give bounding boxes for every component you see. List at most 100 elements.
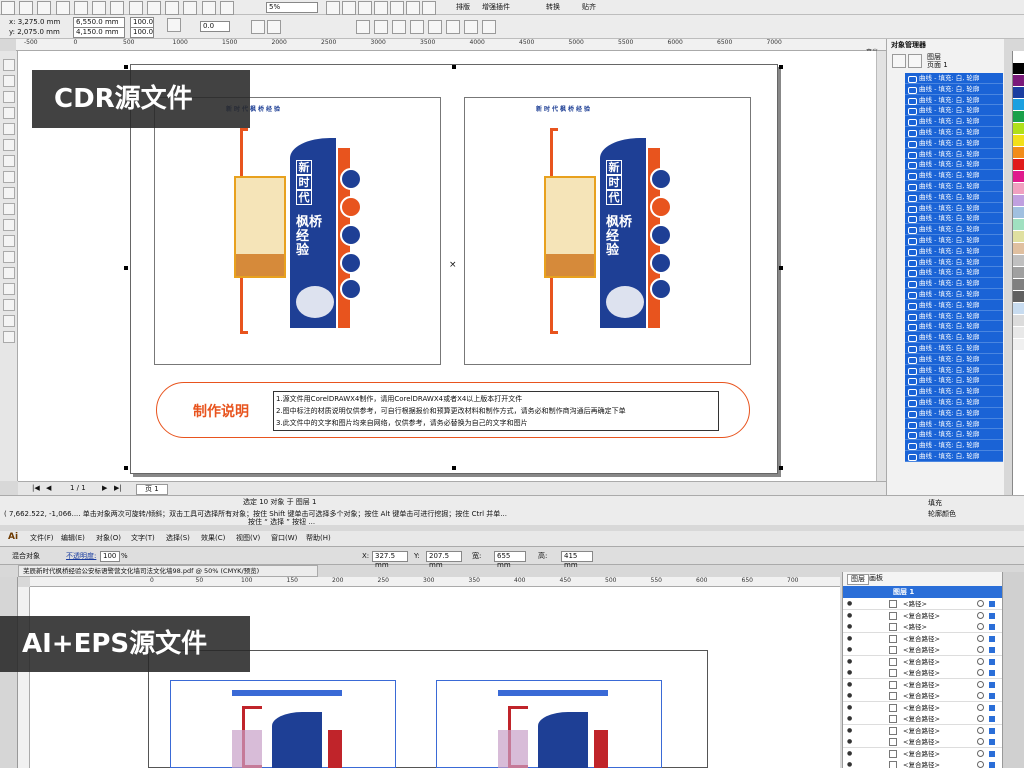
object-list-item[interactable]: 曲线 - 填充: 白, 轮廓 [905,235,1003,246]
color-swatch[interactable] [1013,159,1024,170]
export-icon[interactable] [183,1,198,15]
redo-icon[interactable] [146,1,161,15]
selection-handle[interactable] [124,266,128,270]
color-swatch[interactable] [1013,411,1024,422]
text-tool-icon[interactable] [3,203,15,215]
selection-handle[interactable] [779,65,783,69]
color-swatch[interactable] [1013,471,1024,482]
ungroup-icon[interactable] [374,20,388,34]
object-list-item[interactable]: 曲线 - 填充: 白, 轮廓 [905,386,1003,397]
object-list-item[interactable]: 曲线 - 填充: 白, 轮廓 [905,83,1003,95]
next-page-button[interactable]: ▶ [102,484,107,493]
mirror-v-icon[interactable] [267,20,281,34]
artboards-tab[interactable]: 画板 [869,574,883,583]
layer-item[interactable]: ● <复合路径> [843,736,1002,748]
y-position[interactable]: y: 2,075.0 mm [9,28,60,37]
selection-square-icon[interactable] [989,658,995,665]
show-properties-icon[interactable] [892,54,906,68]
layer-item[interactable]: ● <复合路径> [843,667,1002,679]
group-icon[interactable] [356,20,370,34]
weld-icon[interactable] [428,20,442,34]
object-list-item[interactable]: 曲线 - 填充: 白, 轮廓 [905,94,1003,106]
target-icon[interactable] [977,738,984,745]
visibility-eye-icon[interactable]: ● [847,610,852,622]
object-list-item[interactable]: 曲线 - 填充: 白, 轮廓 [905,181,1003,192]
color-swatch[interactable] [1013,63,1024,74]
selection-square-icon[interactable] [989,681,995,688]
object-list-item[interactable]: 曲线 - 填充: 白, 轮廓 [905,364,1003,376]
trim-icon[interactable] [446,20,460,34]
color-swatch[interactable] [1013,135,1024,146]
visibility-eye-icon[interactable]: ● [847,598,852,610]
smart-fill-icon[interactable] [3,139,15,151]
new-file-icon[interactable] [1,1,15,15]
selection-square-icon[interactable] [989,762,995,768]
freehand-tool-icon[interactable] [3,123,15,135]
scale-y-field[interactable]: 100.0 [130,27,154,38]
zoom-width-icon[interactable] [406,1,420,15]
color-swatch[interactable] [1013,87,1024,98]
layer-item[interactable]: ● <路径> [843,621,1002,633]
color-swatch[interactable] [1013,195,1024,206]
color-swatch[interactable] [1013,207,1024,218]
selection-handle[interactable] [124,466,128,470]
color-swatch[interactable] [1013,111,1024,122]
target-icon[interactable] [977,692,984,699]
layer-item[interactable]: ● <复合路径> [843,632,1002,645]
object-list-item[interactable]: 曲线 - 填充: 白, 轮廓 [905,429,1003,441]
target-icon[interactable] [977,611,984,619]
object-list-item[interactable]: 曲线 - 填充: 白, 轮廓 [905,289,1003,300]
visibility-eye-icon[interactable]: ● [847,667,852,679]
opacity-field[interactable]: 100 [100,551,120,562]
color-swatch[interactable] [1013,363,1024,374]
object-list-item[interactable]: 曲线 - 填充: 白, 轮廓 [905,202,1003,214]
layer-item[interactable]: ● <复合路径> [843,713,1002,725]
visibility-eye-icon[interactable]: ● [847,748,852,760]
target-icon[interactable] [977,634,984,642]
blend-tool-icon[interactable] [3,267,15,279]
visibility-eye-icon[interactable]: ● [847,644,852,656]
visibility-eye-icon[interactable]: ● [847,759,852,768]
menu-file[interactable]: 文件(F) [30,534,54,543]
target-icon[interactable] [977,623,984,630]
color-swatch[interactable] [1013,99,1024,110]
zoom-height-icon[interactable] [422,1,436,15]
layer-item[interactable]: ● <复合路径> [843,678,1002,691]
object-list-item[interactable]: 曲线 - 填充: 白, 轮廓 [905,353,1003,365]
target-icon[interactable] [977,646,984,653]
object-list-item[interactable]: 曲线 - 填充: 白, 轮廓 [905,310,1003,322]
cdr-vertical-scrollbar[interactable] [876,51,886,481]
selection-square-icon[interactable] [989,693,995,699]
object-list-item[interactable]: 曲线 - 填充: 白, 轮廓 [905,137,1003,149]
layer-item[interactable]: ● <复合路径> [843,644,1002,656]
layers-tab[interactable]: 图层 [847,574,869,585]
selection-square-icon[interactable] [989,739,995,745]
target-icon[interactable] [977,761,984,768]
menu-help[interactable]: 帮助(H) [306,534,331,543]
object-list-item[interactable]: 曲线 - 填充: 白, 轮廓 [905,148,1003,160]
object-list-item[interactable]: 曲线 - 填充: 白, 轮廓 [905,116,1003,127]
object-list-item[interactable]: 曲线 - 填充: 白, 轮廓 [905,418,1003,430]
connector-tool-icon[interactable] [3,251,15,263]
visibility-eye-icon[interactable]: ● [847,656,852,668]
target-icon[interactable] [977,749,984,757]
dimension-tool-icon[interactable] [3,235,15,247]
ungroup-all-icon[interactable] [392,20,406,34]
crop-tool-icon[interactable] [3,91,15,103]
color-swatch[interactable] [1013,423,1024,434]
menu-edit[interactable]: 编辑(E) [61,534,85,543]
snap-button[interactable]: 贴齐 [582,3,596,12]
object-list-item[interactable]: 曲线 - 填充: 白, 轮廓 [905,224,1003,235]
ai-y-field[interactable]: 207.5 mm [426,551,462,569]
visibility-eye-icon[interactable]: ● [847,690,852,702]
zoom-level-input[interactable]: 5% [266,2,318,13]
color-swatch[interactable] [1013,315,1024,326]
rectangle-tool-icon[interactable] [3,155,15,167]
zoom-page-icon[interactable] [390,1,404,15]
menu-window[interactable]: 窗口(W) [271,534,297,543]
shape-tool-icon[interactable] [3,75,15,87]
ai-height-field[interactable]: 415 mm [561,551,593,569]
layer-header[interactable]: 图层 1 [843,586,1002,598]
target-icon[interactable] [977,680,984,688]
selection-handle[interactable] [779,466,783,470]
